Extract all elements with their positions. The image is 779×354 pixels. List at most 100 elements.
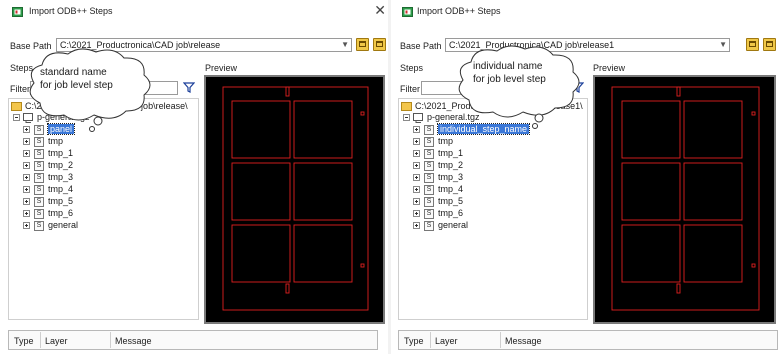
filter-funnel-icon[interactable]: [183, 82, 195, 93]
step-name: tmp: [48, 136, 64, 146]
step-name: tmp_2: [438, 160, 464, 170]
expand-icon[interactable]: [23, 150, 30, 157]
title-bar: Import ODB++ Steps: [391, 0, 779, 22]
step-name: tmp_1: [48, 148, 74, 158]
preview-label: Preview: [593, 63, 626, 73]
preview-pane: [204, 75, 385, 324]
browse-folder-icon[interactable]: [356, 38, 369, 51]
expand-icon[interactable]: [413, 186, 420, 193]
column-divider[interactable]: [40, 332, 41, 348]
step-icon: S: [424, 149, 434, 159]
expand-icon[interactable]: [23, 186, 30, 193]
expand-icon[interactable]: [23, 162, 30, 169]
step-icon: S: [424, 173, 434, 183]
app-icon: [12, 7, 23, 17]
callout-line: for job level step: [40, 80, 113, 91]
filter-label: Filter: [400, 84, 420, 94]
col-message: Message: [115, 336, 152, 346]
expand-icon[interactable]: [23, 198, 30, 205]
expand-icon[interactable]: [23, 138, 30, 145]
col-message: Message: [505, 336, 542, 346]
step-name: tmp_6: [438, 208, 464, 218]
dialog-title: Import ODB++ Steps: [417, 6, 501, 16]
fiducial-mark: [360, 111, 365, 116]
expand-icon[interactable]: [23, 210, 30, 217]
import-dialog-right: Import ODB++ Steps Base Path C:\2021_Pro…: [391, 0, 779, 354]
open-folder-icon[interactable]: [763, 38, 776, 51]
step-icon: S: [34, 197, 44, 207]
board-cell: [231, 100, 291, 159]
close-icon[interactable]: ✕: [374, 2, 386, 18]
step-icon: S: [424, 209, 434, 219]
board-cell: [231, 224, 291, 283]
steps-label: Steps: [400, 63, 424, 73]
browse-folder-icon[interactable]: [746, 38, 759, 51]
open-folder-icon[interactable]: [373, 38, 386, 51]
folder-icon: [11, 102, 22, 111]
preview-label: Preview: [205, 63, 238, 73]
message-table-header: Type Layer Message: [8, 330, 378, 350]
col-layer: Layer: [45, 336, 68, 346]
expand-icon[interactable]: [413, 150, 420, 157]
step-icon: S: [34, 209, 44, 219]
board-cell: [293, 224, 353, 283]
expand-icon[interactable]: [23, 174, 30, 181]
callout-text: individual name for job level step: [473, 60, 573, 86]
panel-outline: [611, 86, 760, 311]
expand-icon[interactable]: [413, 126, 420, 133]
dialog-title: Import ODB++ Steps: [29, 6, 113, 16]
col-type: Type: [14, 336, 34, 346]
step-name: tmp_4: [48, 184, 74, 194]
fiducial-mark: [285, 86, 290, 97]
column-divider[interactable]: [500, 332, 501, 348]
step-name: tmp_3: [48, 172, 74, 182]
chevron-down-icon[interactable]: ▼: [341, 40, 349, 49]
expand-icon[interactable]: [413, 138, 420, 145]
step-name: tmp_3: [438, 172, 464, 182]
board-cell: [621, 162, 681, 221]
expand-icon[interactable]: [413, 210, 420, 217]
expand-icon[interactable]: [413, 222, 420, 229]
collapse-icon[interactable]: [403, 114, 410, 121]
collapse-icon[interactable]: [13, 114, 20, 121]
steps-tree: C:\2021_Productronica\CAD job\release1\ …: [398, 98, 588, 320]
base-path-label: Base Path: [400, 41, 442, 51]
board-preview: [222, 86, 369, 311]
chevron-down-icon[interactable]: ▼: [719, 40, 727, 49]
step-icon: S: [424, 221, 434, 231]
board-cell: [621, 100, 681, 159]
step-icon: S: [34, 185, 44, 195]
col-layer: Layer: [435, 336, 458, 346]
job-icon: [413, 113, 423, 123]
col-type: Type: [404, 336, 424, 346]
expand-icon[interactable]: [23, 222, 30, 229]
step-icon: S: [34, 161, 44, 171]
board-cell: [683, 100, 743, 159]
step-name: tmp_4: [438, 184, 464, 194]
board-cell: [231, 162, 291, 221]
step-name: general: [438, 220, 469, 230]
step-icon: S: [424, 125, 434, 135]
callout-line: standard name: [40, 67, 107, 78]
column-divider[interactable]: [110, 332, 111, 348]
callout-text: standard name for job level step: [40, 66, 140, 92]
expand-icon[interactable]: [413, 174, 420, 181]
step-name: tmp_5: [438, 196, 464, 206]
fiducial-mark: [751, 263, 756, 268]
expand-icon[interactable]: [413, 198, 420, 205]
app-icon: [402, 7, 413, 17]
fiducial-mark: [751, 111, 756, 116]
board-cell: [293, 100, 353, 159]
column-divider[interactable]: [430, 332, 431, 348]
message-table-header: Type Layer Message: [398, 330, 778, 350]
board-cell: [621, 224, 681, 283]
panel-outline: [222, 86, 369, 311]
expand-icon[interactable]: [413, 162, 420, 169]
step-icon: S: [34, 149, 44, 159]
board-preview: [611, 86, 760, 311]
fiducial-mark: [285, 283, 290, 294]
step-icon: S: [34, 221, 44, 231]
step-name: tmp_2: [48, 160, 74, 170]
board-cell: [683, 162, 743, 221]
step-name: tmp_5: [48, 196, 74, 206]
